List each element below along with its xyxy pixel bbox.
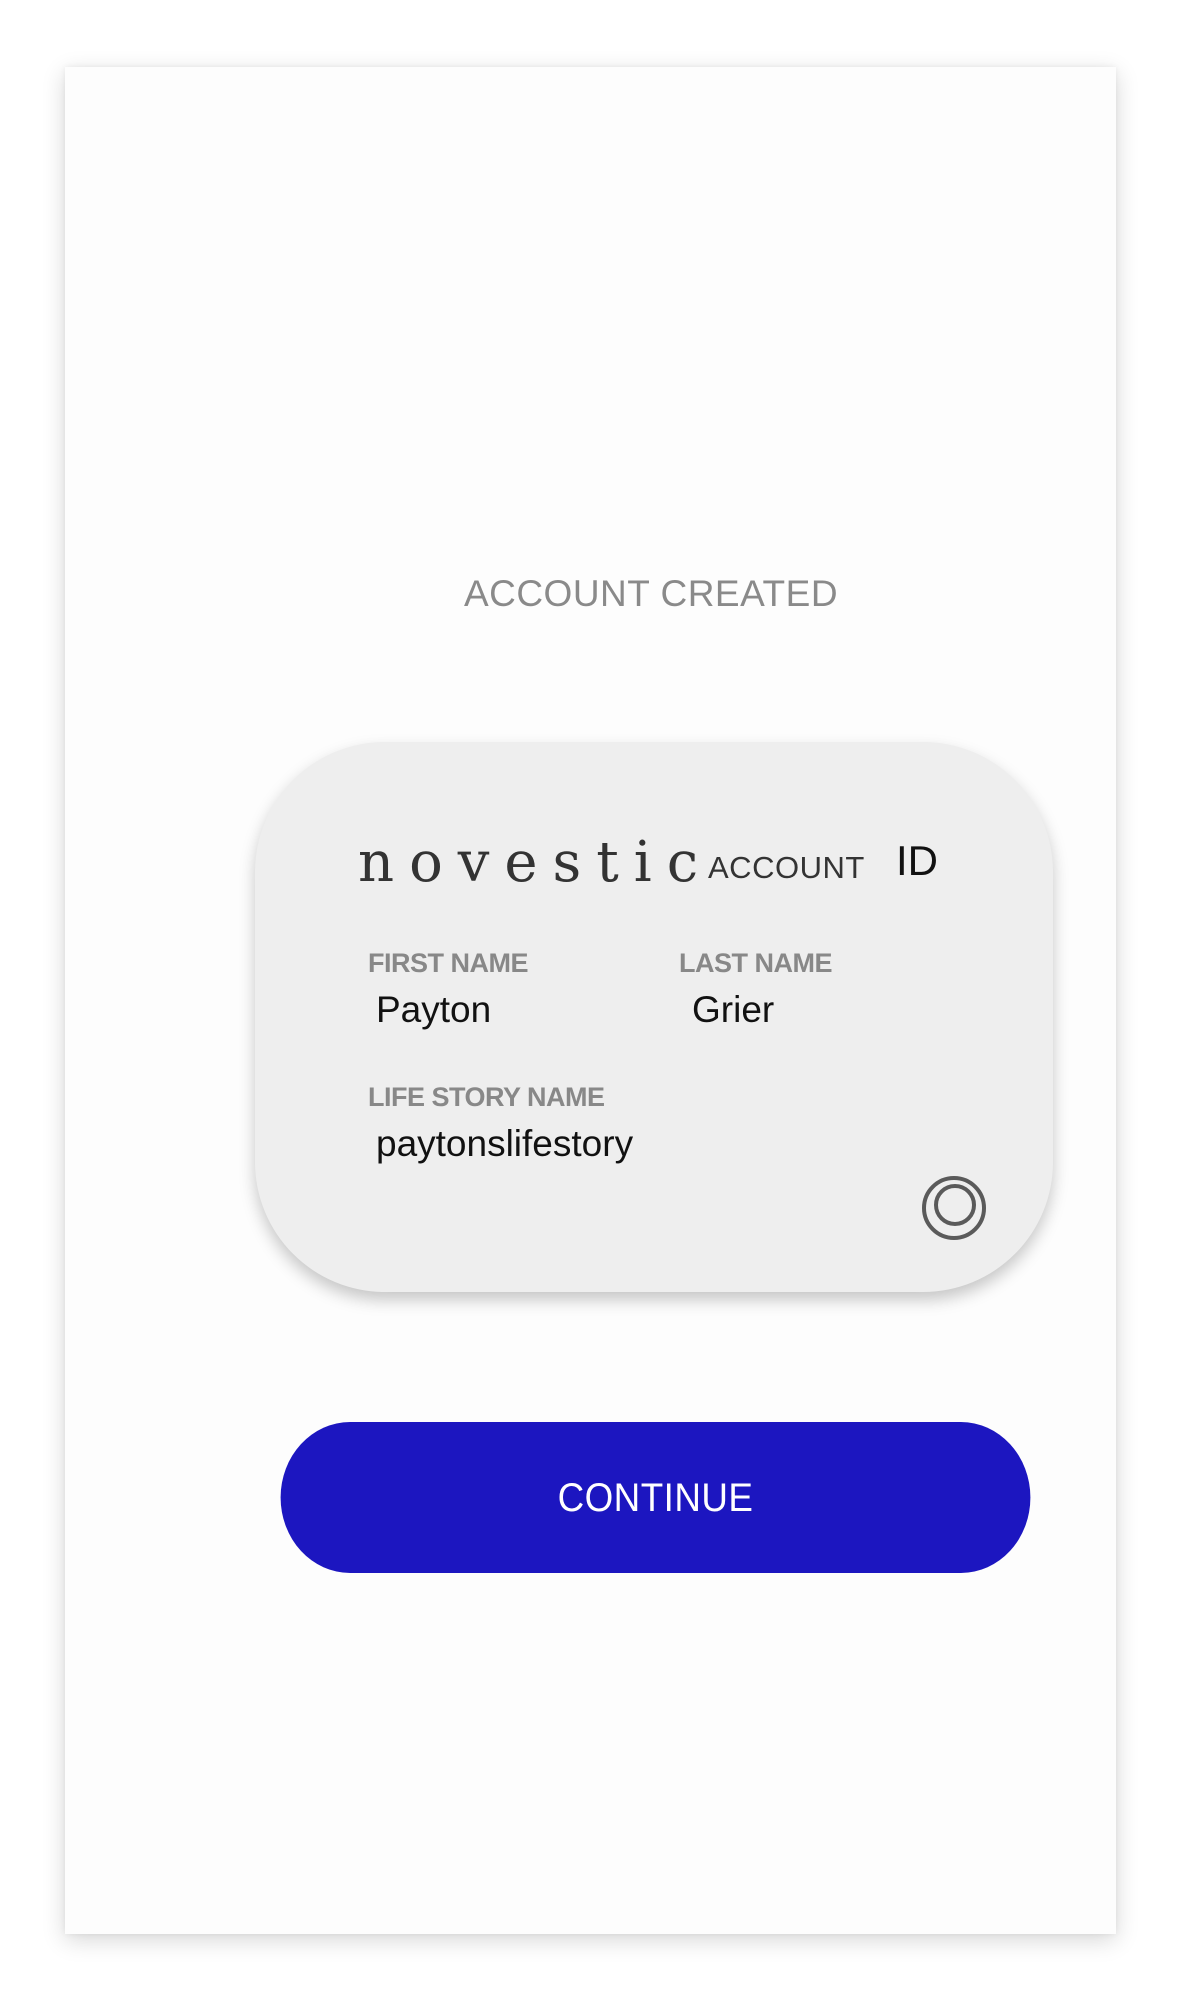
life-story-name-value: paytonslifestory <box>376 1123 634 1164</box>
continue-button[interactable]: CONTINUE <box>280 1422 1031 1573</box>
account-id-card: novestic ACCOUNT ID FIRST NAME Payton LA… <box>255 742 1053 1292</box>
page-title: ACCOUNT CREATED <box>463 573 839 614</box>
phone-screen: ACCOUNT CREATED novestic ACCOUNT ID FIRS… <box>65 67 1116 1934</box>
life-story-name-label: LIFE STORY NAME <box>368 1082 605 1112</box>
account-label: ACCOUNT <box>708 850 865 885</box>
last-name-label: LAST NAME <box>679 948 833 978</box>
concentric-circles-icon <box>921 1175 987 1241</box>
last-name-value: Grier <box>692 989 775 1030</box>
first-name-value: Payton <box>376 989 492 1030</box>
brand-logo-text: novestic <box>358 830 714 895</box>
first-name-label: FIRST NAME <box>368 948 529 978</box>
id-label: ID <box>896 837 938 884</box>
